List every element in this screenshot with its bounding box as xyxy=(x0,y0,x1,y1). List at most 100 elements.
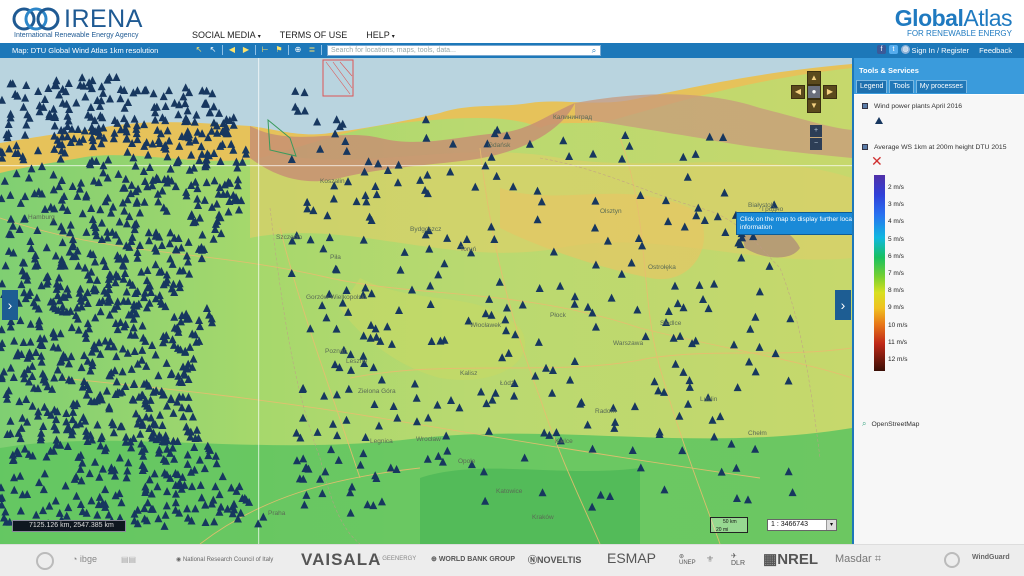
wind-plant-marker[interactable] xyxy=(183,106,192,115)
wind-plant-marker[interactable] xyxy=(356,460,365,469)
wind-plant-marker[interactable] xyxy=(121,253,130,262)
wind-plant-marker[interactable] xyxy=(40,469,49,478)
wind-plant-marker[interactable] xyxy=(151,115,160,124)
wind-plant-marker[interactable] xyxy=(487,310,496,319)
wind-plant-marker[interactable] xyxy=(721,227,730,236)
wind-plant-marker[interactable] xyxy=(8,221,17,230)
nav-social-media[interactable]: SOCIAL MEDIA ▾ xyxy=(192,30,261,40)
wind-plant-marker[interactable] xyxy=(0,483,5,492)
wind-plant-marker[interactable] xyxy=(617,269,626,278)
wind-plant-marker[interactable] xyxy=(552,428,561,437)
wind-plant-marker[interactable] xyxy=(202,304,211,313)
wind-plant-marker[interactable] xyxy=(154,371,163,380)
wind-plant-marker[interactable] xyxy=(287,155,296,164)
wind-plant-marker[interactable] xyxy=(502,326,511,335)
wind-plant-marker[interactable] xyxy=(192,425,201,434)
wind-plant-marker[interactable] xyxy=(58,372,67,381)
expand-left-panel-arrow-icon[interactable]: › xyxy=(2,290,18,320)
wind-plant-marker[interactable] xyxy=(21,93,30,102)
wind-plant-marker[interactable] xyxy=(51,251,60,260)
wind-plant-marker[interactable] xyxy=(425,244,434,253)
wind-plant-marker[interactable] xyxy=(342,285,351,294)
wind-plant-marker[interactable] xyxy=(501,315,510,324)
wind-plant-marker[interactable] xyxy=(21,192,30,201)
wind-plant-marker[interactable] xyxy=(81,92,90,101)
wind-plant-marker[interactable] xyxy=(318,301,327,310)
wind-plant-marker[interactable] xyxy=(511,330,520,339)
wind-plant-marker[interactable] xyxy=(67,323,76,332)
wind-plant-marker[interactable] xyxy=(570,299,579,308)
wind-plant-marker[interactable] xyxy=(143,498,152,507)
wind-plant-marker[interactable] xyxy=(559,136,568,145)
wind-plant-marker[interactable] xyxy=(137,267,146,276)
wind-plant-marker[interactable] xyxy=(588,444,597,453)
wind-plant-marker[interactable] xyxy=(540,428,549,437)
wind-plant-marker[interactable] xyxy=(152,173,161,182)
wind-plant-marker[interactable] xyxy=(39,485,48,494)
wind-plant-marker[interactable] xyxy=(341,136,350,145)
wind-plant-marker[interactable] xyxy=(99,168,108,177)
wind-plant-marker[interactable] xyxy=(103,227,112,236)
wind-plant-marker[interactable] xyxy=(130,114,139,123)
wind-plant-marker[interactable] xyxy=(44,83,53,92)
wind-plant-marker[interactable] xyxy=(98,464,107,473)
wind-plant-marker[interactable] xyxy=(719,133,728,142)
globe-icon[interactable]: ◍ xyxy=(901,45,910,54)
back-arrow-icon[interactable]: ◀ xyxy=(227,45,237,55)
wind-plant-marker[interactable] xyxy=(83,319,92,328)
wind-plant-marker[interactable] xyxy=(87,204,96,213)
wind-plant-marker[interactable] xyxy=(784,376,793,385)
wind-plant-marker[interactable] xyxy=(733,383,742,392)
wind-plant-marker[interactable] xyxy=(212,199,221,208)
wind-plant-marker[interactable] xyxy=(88,215,97,224)
wind-plant-marker[interactable] xyxy=(90,257,99,266)
wind-plant-marker[interactable] xyxy=(183,450,192,459)
select-arrow-icon[interactable]: ↖ xyxy=(194,45,204,55)
wind-plant-marker[interactable] xyxy=(217,229,226,238)
wind-plant-marker[interactable] xyxy=(211,482,220,491)
wind-plant-marker[interactable] xyxy=(109,428,118,437)
wind-plant-marker[interactable] xyxy=(705,132,714,141)
wind-plant-marker[interactable] xyxy=(140,120,149,129)
wind-plant-marker[interactable] xyxy=(131,409,140,418)
wind-plant-marker[interactable] xyxy=(104,510,113,519)
wind-plant-marker[interactable] xyxy=(565,152,574,161)
wind-plant-marker[interactable] xyxy=(410,379,419,388)
wind-plant-marker[interactable] xyxy=(346,508,355,517)
wind-plant-marker[interactable] xyxy=(169,408,178,417)
wind-plant-marker[interactable] xyxy=(135,208,144,217)
wind-plant-marker[interactable] xyxy=(492,171,501,180)
wind-plant-marker[interactable] xyxy=(423,454,432,463)
wind-plant-marker[interactable] xyxy=(670,281,679,290)
wind-plant-marker[interactable] xyxy=(183,513,192,522)
wind-plant-marker[interactable] xyxy=(299,454,308,463)
wind-plant-marker[interactable] xyxy=(771,349,780,358)
wind-plant-marker[interactable] xyxy=(154,514,163,523)
wind-plant-marker[interactable] xyxy=(209,234,218,243)
wind-plant-marker[interactable] xyxy=(78,73,87,82)
wind-plant-marker[interactable] xyxy=(333,431,342,440)
wind-plant-marker[interactable] xyxy=(426,300,435,309)
wind-plant-marker[interactable] xyxy=(104,155,113,164)
wind-plant-marker[interactable] xyxy=(45,501,54,510)
wind-plant-marker[interactable] xyxy=(633,305,642,314)
wind-plant-marker[interactable] xyxy=(63,284,72,293)
wind-plant-marker[interactable] xyxy=(85,469,94,478)
wind-plant-marker[interactable] xyxy=(121,174,130,183)
wind-plant-marker[interactable] xyxy=(487,222,496,231)
wind-plant-marker[interactable] xyxy=(9,373,18,382)
wind-plant-marker[interactable] xyxy=(329,194,338,203)
wind-plant-marker[interactable] xyxy=(123,466,132,475)
wind-plant-marker[interactable] xyxy=(291,86,300,95)
wind-plant-marker[interactable] xyxy=(78,209,87,218)
wind-plant-marker[interactable] xyxy=(166,228,175,237)
wind-plant-marker[interactable] xyxy=(306,235,315,244)
wind-plant-marker[interactable] xyxy=(732,463,741,472)
wind-plant-marker[interactable] xyxy=(392,464,401,473)
wind-plant-marker[interactable] xyxy=(80,126,89,135)
wind-plant-marker[interactable] xyxy=(699,295,708,304)
nav-terms-of-use[interactable]: TERMS OF USE xyxy=(280,30,348,40)
wind-plant-marker[interactable] xyxy=(302,490,311,499)
wind-plant-marker[interactable] xyxy=(694,203,703,212)
wind-plant-marker[interactable] xyxy=(611,417,620,426)
